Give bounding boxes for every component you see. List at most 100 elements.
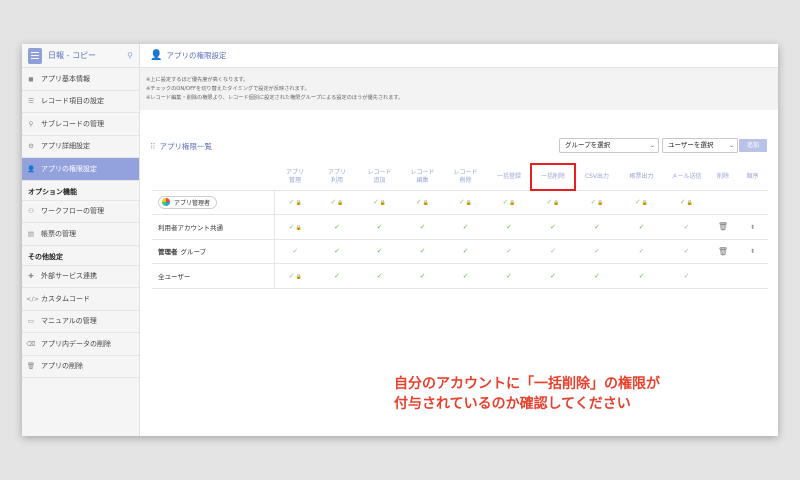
sort-cell[interactable]: ⬍ xyxy=(737,238,768,264)
sidebar-item[interactable]: ⚙ アプリ詳細設定 xyxy=(22,136,139,158)
column-header: 一括登録 xyxy=(487,164,531,190)
sidebar-item[interactable]: ⚇ ワークフローの管理 xyxy=(22,201,139,223)
permission-checkbox[interactable]: ✓ xyxy=(619,214,664,239)
sidebar-item[interactable]: ✚ 外部サービス連携 xyxy=(22,266,139,288)
permission-checkbox[interactable]: ✓ xyxy=(487,238,531,264)
column-header-label: 編集 xyxy=(416,176,429,184)
permission-checkbox[interactable]: ✓🔒 xyxy=(664,189,709,215)
table-row: 全ユーザー ✓🔒 ✓ ✓ ✓ ✓ ✓ ✓ ✓ ✓ ✓ xyxy=(152,263,768,289)
column-header-label: アプリ xyxy=(285,168,304,176)
sidebar-item[interactable]: 👤 アプリの権限設定 xyxy=(22,158,139,181)
permission-checkbox[interactable]: ✓ xyxy=(358,238,401,264)
check-icon: ✓ xyxy=(594,247,600,256)
sidebar-item-label: マニュアルの管理 xyxy=(41,317,97,326)
sidebar-item-label: 外部サービス連携 xyxy=(41,272,97,281)
permission-checkbox[interactable]: ✓ xyxy=(531,238,575,264)
permission-checkbox[interactable]: ✓🔒 xyxy=(444,189,487,215)
permission-checkbox[interactable]: ✓ xyxy=(575,214,619,239)
app-name[interactable]: 日報 - コピー xyxy=(48,50,127,61)
permission-checkbox[interactable]: ✓🔒 xyxy=(358,189,401,215)
sidebar-item[interactable]: ◼ アプリ基本情報 xyxy=(22,68,139,91)
permission-checkbox[interactable]: ✓ xyxy=(444,214,487,239)
sort-handle-icon[interactable]: ⬍ xyxy=(750,224,755,231)
permission-checkbox[interactable]: ✓ xyxy=(444,238,487,264)
sidebar-item[interactable]: ☰ レコード項目の設定 xyxy=(22,91,139,113)
sort-cell[interactable]: ⬍ xyxy=(737,214,768,239)
add-button[interactable]: 追加 xyxy=(739,139,767,152)
permission-checkbox[interactable]: ✓ xyxy=(444,263,487,289)
puzzle-icon: ✚ xyxy=(28,272,34,281)
column-header-label: CSV出力 xyxy=(584,172,610,180)
permission-checkbox[interactable]: ✓ xyxy=(316,263,358,289)
permission-checkbox[interactable]: ✓ xyxy=(274,238,316,264)
delete-cell[interactable]: 🗑 xyxy=(709,214,737,239)
main-header: 👤 アプリの権限設定 xyxy=(140,44,778,68)
permission-checkbox[interactable]: ✓🔒 xyxy=(274,263,316,289)
row-name: 全ユーザー xyxy=(158,272,191,281)
permission-checkbox[interactable]: ✓ xyxy=(401,263,444,289)
sidebar-item-label: カスタムコード xyxy=(41,294,90,303)
column-header: 削除 xyxy=(709,164,737,190)
permission-checkbox[interactable]: ✓🔒 xyxy=(575,189,619,215)
permission-checkbox[interactable]: ✓ xyxy=(487,214,531,239)
check-icon: ✓ xyxy=(288,271,295,280)
permission-checkbox[interactable]: ✓ xyxy=(531,214,575,239)
permission-checkbox[interactable]: ✓🔒 xyxy=(487,189,531,215)
permission-checkbox[interactable]: ✓ xyxy=(619,238,664,264)
sidebar-item[interactable]: ▭ マニュアルの管理 xyxy=(22,311,139,333)
trash-icon[interactable]: 🗑 xyxy=(718,222,728,231)
chevron-down-icon: ⌄ xyxy=(649,142,655,149)
check-icon: ✓ xyxy=(683,271,690,280)
sidebar-item[interactable]: ⚲ サブレコードの管理 xyxy=(22,113,139,136)
column-header-label: レコード xyxy=(410,168,435,176)
permission-checkbox[interactable]: ✓ xyxy=(401,238,444,264)
sidebar-item[interactable]: ⌫ アプリ内データの削除 xyxy=(22,333,139,356)
permission-checkbox[interactable]: ✓🔒 xyxy=(274,214,316,239)
check-icon: ✓ xyxy=(419,247,426,256)
permission-checkbox[interactable]: ✓ xyxy=(316,214,358,239)
permission-checkbox[interactable]: ✓ xyxy=(664,238,709,264)
sidebar-item[interactable]: </> カスタムコード xyxy=(22,288,139,311)
permission-checkbox[interactable]: ✓🔒 xyxy=(531,189,575,215)
permission-checkbox[interactable]: ✓🔒 xyxy=(274,189,316,215)
permission-checkbox[interactable]: ✓ xyxy=(575,263,619,289)
delete-cell[interactable]: 🗑 xyxy=(709,238,737,264)
column-header-label: メール送信 xyxy=(671,172,702,180)
permission-checkbox[interactable]: ✓ xyxy=(664,214,709,239)
annotation-line: 付与されているのか確認してください xyxy=(394,396,631,412)
pin-icon[interactable]: ⚲ xyxy=(127,51,133,60)
sidebar-item[interactable]: 🗑 アプリの削除 xyxy=(22,356,139,378)
check-icon: ✓ xyxy=(334,271,340,280)
permission-checkbox[interactable]: ✓ xyxy=(575,238,619,264)
user-lock-icon: 👤 xyxy=(26,164,36,173)
sort-handle-icon[interactable]: ⬍ xyxy=(750,248,755,255)
permission-checkbox[interactable]: ✓ xyxy=(619,263,664,289)
permission-checkbox[interactable]: ✓🔒 xyxy=(401,189,444,215)
check-icon: ✓ xyxy=(334,247,340,256)
permission-checkbox[interactable]: ✓ xyxy=(401,214,444,239)
permission-checkbox[interactable]: ✓🔒 xyxy=(619,189,664,215)
user-select[interactable]: ユーザーを選択 ⌄ xyxy=(662,138,738,153)
permission-checkbox[interactable]: ✓ xyxy=(358,214,401,239)
permission-checkbox[interactable]: ✓ xyxy=(358,263,401,289)
permission-checkbox[interactable]: ✓ xyxy=(664,263,709,289)
check-icon: ✓ xyxy=(550,222,556,231)
permission-checkbox[interactable]: ✓ xyxy=(531,263,575,289)
sidebar-item-label: アプリ詳細設定 xyxy=(41,142,90,151)
sidebar-item[interactable]: ▤ 帳票の管理 xyxy=(22,223,139,246)
note-line: ※レコード編集・削除の権限より、レコード個別に設定された権限グループによる設定の… xyxy=(146,95,404,101)
permission-checkbox[interactable]: ✓🔒 xyxy=(316,189,358,215)
row-name: 管理者 xyxy=(158,248,178,257)
lock-icon: 🔒 xyxy=(465,200,473,207)
permission-checkbox[interactable]: ✓ xyxy=(487,263,531,289)
group-select[interactable]: グループを選択 ⌄ xyxy=(559,138,659,153)
nav-other: ✚ 外部サービス連携 </> カスタムコード ▭ マニュアルの管理 ⌫ アプリ内データの削除 🗑… xyxy=(22,266,139,378)
annotation: 自分のアカウントに「一括削除」の権限が 付与されているのか確認してください xyxy=(394,374,660,414)
column-header-label: 一括削除 xyxy=(540,172,565,180)
note-line: ※チェックのON/OFFを切り替えたタイミングで設定が反映されます。 xyxy=(146,86,310,92)
trash-icon[interactable]: 🗑 xyxy=(718,247,728,256)
sidebar-item-label: アプリ内データの削除 xyxy=(41,339,111,348)
sidebar-item-label: サブレコードの管理 xyxy=(41,119,104,128)
check-icon: ✓ xyxy=(638,222,645,231)
permission-checkbox[interactable]: ✓ xyxy=(316,238,358,264)
